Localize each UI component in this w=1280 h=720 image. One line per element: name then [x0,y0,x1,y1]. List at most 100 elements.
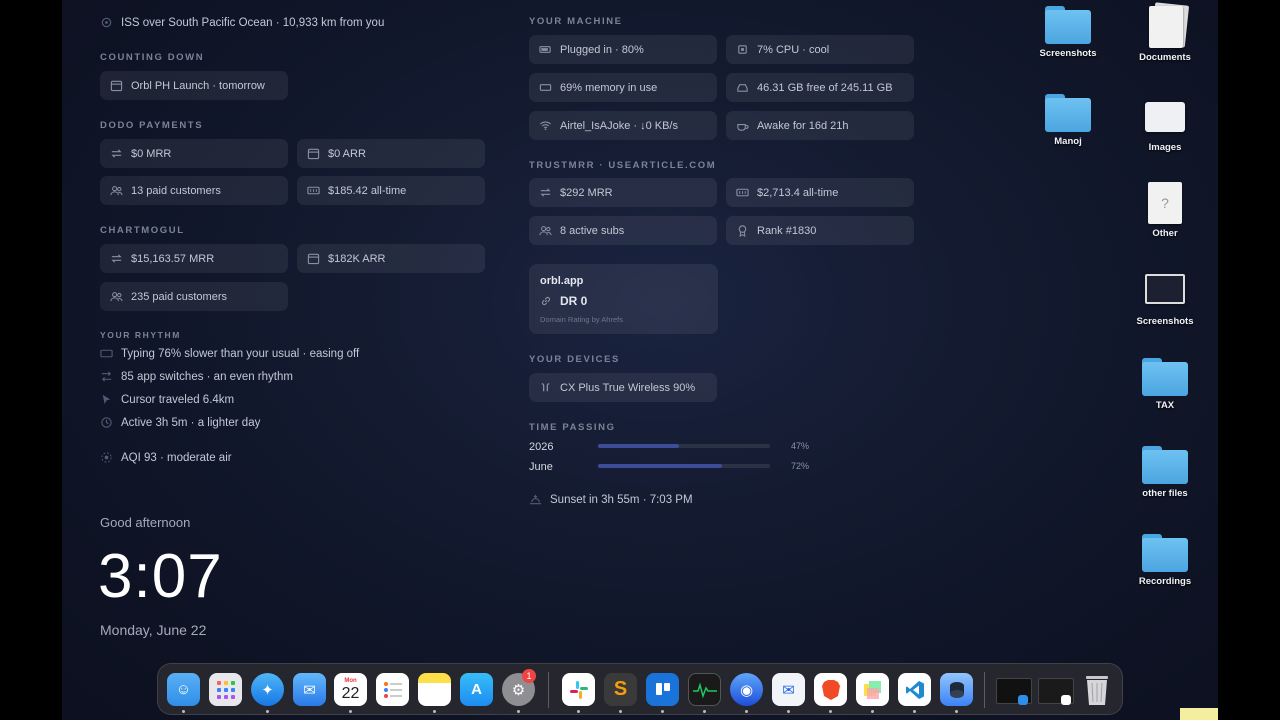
domain-name: orbl.app [540,275,584,287]
running-indicator [182,710,185,713]
launchpad-icon[interactable] [209,673,242,706]
images-icon [1145,102,1185,132]
brave-icon[interactable] [814,673,847,706]
device-text: CX Plus True Wireless 90% [560,381,696,394]
folder-icon [1142,534,1188,572]
folder-icon [1142,358,1188,396]
dodo-alltime-pill: $185.42 all-time [297,176,485,205]
mailbox-icon[interactable]: ✉ [772,673,805,706]
month-label: June [529,461,553,473]
satellite-icon [100,16,113,29]
desktop-icon-label: Other [1152,228,1178,239]
rhythm-cursor: Cursor traveled 6.4km [100,393,234,406]
rhythm-typing: Typing 76% slower than your usual · easi… [100,347,359,360]
sunset-line: Sunset in 3h 55m · 7:03 PM [529,493,693,506]
reminders-icon[interactable] [376,673,409,706]
running-indicator [703,710,706,713]
documents-icon [1145,2,1190,48]
dodo-customers: 13 paid customers [131,184,221,197]
dodo-arr: $0 ARR [328,147,366,160]
desktop-icon-tax[interactable]: TAX [1120,358,1210,411]
dodo-payments-label: DODO PAYMENTS [100,120,204,131]
sublime-text-icon[interactable]: S [604,673,637,706]
rhythm-switches-text: 85 app switches · an even rhythm [121,370,293,383]
running-indicator [745,710,748,713]
desktop-icon-images[interactable]: Images [1120,98,1210,153]
running-indicator [433,710,436,713]
rhythm-active: Active 3h 5m · a lighter day [100,416,260,429]
desktop-icon-label: Screenshots [1136,316,1194,327]
earbuds-icon [539,381,552,394]
dock: ☺ ✦ ✉ Mon 22 A ⚙ 1 S ◉ ✉ [157,663,1123,715]
dodo-mrr: $0 MRR [131,147,172,160]
year-progress-bar [598,444,770,448]
notes-icon[interactable] [418,673,451,706]
rhythm-label: YOUR RHYTHM [100,330,181,340]
dodo-alltime: $185.42 all-time [328,184,407,197]
repeat-icon [110,252,123,265]
memory-pill: 69% memory in use [529,73,717,102]
chartmogul-customers: 235 paid customers [131,290,227,303]
desktop-icon-label: TAX [1155,400,1175,411]
air-quality-icon [100,451,113,464]
desktop-icon-screenshots-2[interactable]: Screenshots [1120,272,1210,327]
mail-icon[interactable]: ✉ [293,673,326,706]
dodo-arr-pill: $0 ARR [297,139,485,168]
clock-icon [100,416,113,429]
disk-pill: 46.31 GB free of 245.11 GB [726,73,914,102]
finder-icon[interactable]: ☺ [167,673,200,706]
chartmogul-label: CHARTMOGUL [100,225,185,236]
vscode-icon[interactable] [898,673,931,706]
slack-icon[interactable] [562,673,595,706]
trash-icon[interactable] [1083,673,1111,707]
running-indicator [349,710,352,713]
dock-divider [548,672,549,708]
switch-arrows-icon [100,370,113,383]
desktop-icon-label: Screenshots [1039,48,1097,59]
app-store-icon[interactable]: A [460,673,493,706]
desktop-icon-manoj[interactable]: Manoj [1023,94,1113,147]
uptime-text: Awake for 16d 21h [757,119,849,132]
calendar-icon [307,147,320,160]
finder-badge-icon [1018,695,1028,705]
calendar-icon[interactable]: Mon 22 [334,673,367,706]
disk-text: 46.31 GB free of 245.11 GB [757,81,893,94]
calendar-icon [110,79,123,92]
trustmrr-mrr-pill: $292 MRR [529,178,717,207]
coffee-icon [736,119,749,132]
battery-text: Plugged in · 80% [560,43,644,56]
desktop-icon-other-files[interactable]: other files [1120,446,1210,499]
running-indicator [619,710,622,713]
cash-icon [307,184,320,197]
thunderbird-icon[interactable]: ◉ [730,673,763,706]
calendar-month: Mon [344,677,357,684]
trustmrr-subs-pill: 8 active subs [529,216,717,245]
users-icon [539,224,552,237]
dodo-mrr-pill: $0 MRR [100,139,288,168]
desktop-icon-label: Images [1148,142,1182,153]
calendar-icon [307,252,320,265]
desktop-icon-label: Documents [1139,52,1191,63]
iss-text: ISS over South Pacific Ocean · 10,933 km… [121,16,385,29]
desktop-icon-recordings[interactable]: Recordings [1120,534,1210,587]
wifi-pill: Airtel_IsAJoke · ↓0 KB/s [529,111,717,140]
counting-down-label: COUNTING DOWN [100,52,205,63]
rhythm-active-text: Active 3h 5m · a lighter day [121,416,261,429]
document-icon: ? [1148,182,1182,224]
safari-icon[interactable]: ✦ [251,673,284,706]
device-pill: CX Plus True Wireless 90% [529,373,717,402]
sticky-notes-icon[interactable] [856,673,889,706]
award-icon [736,224,749,237]
trello-icon[interactable] [646,673,679,706]
users-icon [110,290,123,303]
activity-monitor-icon[interactable] [688,673,721,706]
running-indicator [829,710,832,713]
desktop-icon-label: Recordings [1138,576,1192,587]
desktop-icon-screenshots[interactable]: Screenshots [1023,6,1113,59]
cursor-icon [100,393,113,406]
desktop-icon-other[interactable]: ? Other [1120,182,1210,239]
cpu-text: 7% CPU · cool [757,43,830,56]
disk-utility-icon[interactable] [940,673,973,706]
trustmrr-alltime: $2,713.4 all-time [757,186,839,199]
desktop-icon-documents[interactable]: Documents [1120,2,1210,63]
